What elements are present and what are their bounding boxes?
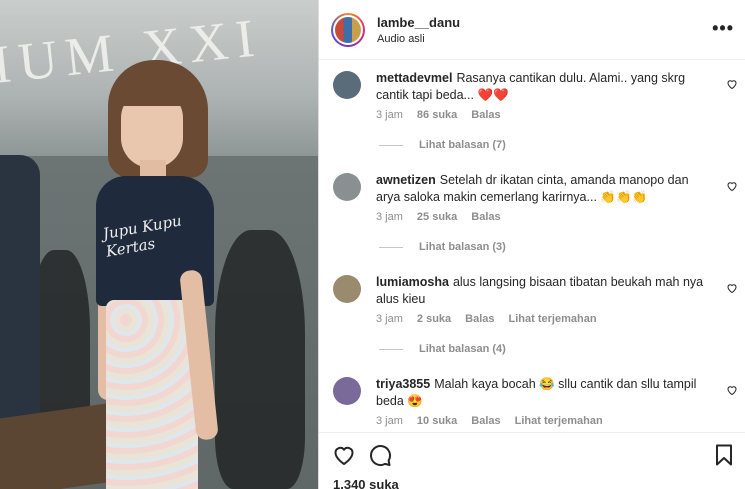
more-options-icon[interactable]: ••• <box>712 18 734 39</box>
post-likes-count[interactable]: 1.340 suka <box>333 477 399 489</box>
reply-button[interactable]: Balas <box>471 211 500 223</box>
reply-button[interactable]: Balas <box>471 109 500 121</box>
post-header: lambe__danu Audio asli ••• <box>319 0 745 60</box>
comment-likes[interactable]: 25 suka <box>417 211 457 223</box>
comment-text-block: awnetizen Setelah dr ikatan cinta, amanda… <box>376 172 716 206</box>
heart-outline-icon[interactable] <box>726 78 738 90</box>
heart-outline-icon[interactable] <box>726 282 738 294</box>
comment-time: 3 jam <box>376 415 403 427</box>
comment-meta: 3 jam 10 suka Balas Lihat terjemahan <box>376 415 603 427</box>
reply-button[interactable]: Balas <box>465 313 494 325</box>
commenter-avatar[interactable] <box>333 275 361 303</box>
author-username[interactable]: lambe__danu <box>377 15 460 30</box>
comment-likes[interactable]: 2 suka <box>417 313 451 325</box>
instagram-post-view: IUM XXI Jupu Kupu Kertas lambe__danu Aud… <box>0 0 745 489</box>
comment-text-block: lumiamosha alus langsing bisaan tibatan b… <box>376 274 716 308</box>
view-replies-button[interactable]: Lihat balasan (4) <box>376 343 506 355</box>
comment-meta: 3 jam 25 suka Balas <box>376 211 501 223</box>
commenter-username[interactable]: triya3855 <box>376 377 430 391</box>
comment-list: mettadevmel Rasanya cantikan dulu. Alami.… <box>319 61 745 431</box>
comment-text-block: triya3855 Malah kaya bocah 😂 sllu cantik … <box>376 376 716 410</box>
view-replies-label: Lihat balasan (4) <box>419 343 506 355</box>
commenter-username[interactable]: mettadevmel <box>376 71 452 85</box>
commenter-avatar[interactable] <box>333 377 361 405</box>
comment-text-block: mettadevmel Rasanya cantikan dulu. Alami.… <box>376 70 716 104</box>
commenter-avatar[interactable] <box>333 71 361 99</box>
commenter-username[interactable]: awnetizen <box>376 173 436 187</box>
comment-icon[interactable] <box>368 443 392 467</box>
translate-button[interactable]: Lihat terjemahan <box>515 415 603 427</box>
commenter-username[interactable]: lumiamosha <box>376 275 449 289</box>
translate-button[interactable]: Lihat terjemahan <box>509 313 597 325</box>
audio-label[interactable]: Audio asli <box>377 33 460 45</box>
commenter-avatar[interactable] <box>333 173 361 201</box>
comment-meta: 3 jam 86 suka Balas <box>376 109 501 121</box>
comment-likes[interactable]: 10 suka <box>417 415 457 427</box>
comment-time: 3 jam <box>376 313 403 325</box>
author-avatar[interactable] <box>331 12 365 47</box>
view-replies-label: Lihat balasan (3) <box>419 241 506 253</box>
post-side-panel: lambe__danu Audio asli ••• mettadevmel Ra… <box>318 0 745 489</box>
comment-time: 3 jam <box>376 109 403 121</box>
view-replies-label: Lihat balasan (7) <box>419 139 506 151</box>
comment-likes[interactable]: 86 suka <box>417 109 457 121</box>
person-silhouette <box>0 155 40 455</box>
reply-button[interactable]: Balas <box>471 415 500 427</box>
woman-bangs <box>112 66 200 106</box>
wall-shadow <box>215 230 305 489</box>
view-replies-button[interactable]: Lihat balasan (3) <box>376 241 506 253</box>
heart-icon[interactable] <box>332 443 356 467</box>
heart-outline-icon[interactable] <box>726 180 738 192</box>
post-media[interactable]: IUM XXI Jupu Kupu Kertas <box>0 0 318 489</box>
comment-time: 3 jam <box>376 211 403 223</box>
post-actions-bar: 1.340 suka <box>319 432 745 489</box>
view-replies-button[interactable]: Lihat balasan (7) <box>376 139 506 151</box>
heart-outline-icon[interactable] <box>726 384 738 396</box>
comment-meta: 3 jam 2 suka Balas Lihat terjemahan <box>376 313 597 325</box>
bookmark-icon[interactable] <box>712 443 736 467</box>
